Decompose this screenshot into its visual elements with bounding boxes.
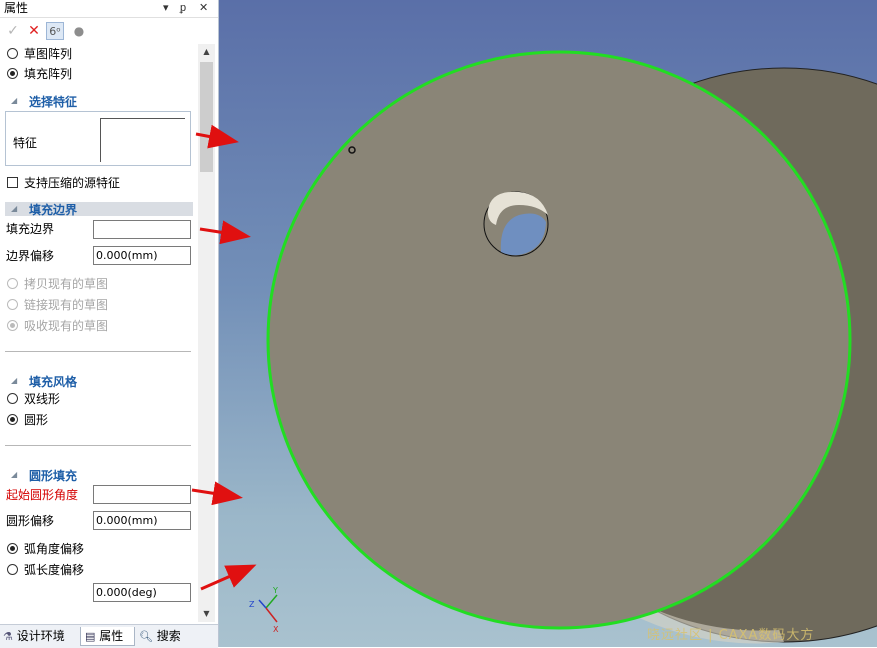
scroll-down-icon[interactable]: ▼	[198, 606, 215, 622]
radio-label: 弧角度偏移	[24, 542, 85, 556]
boundary-offset-label: 边界偏移	[6, 249, 55, 263]
tab-label: 设计环境	[16, 629, 65, 643]
boundary-offset-input[interactable]: 0.000(mm)	[93, 246, 191, 265]
start-angle-input[interactable]	[93, 485, 191, 504]
collapse-triangle-icon[interactable]: ◢	[11, 470, 17, 479]
panel-toolbar: ✓ ✕ 6ᵒ ●	[0, 19, 218, 43]
disc-top-face[interactable]	[266, 50, 852, 630]
properties-icon: ▤	[85, 630, 96, 643]
radio-circle-style[interactable]	[7, 414, 18, 425]
watermark: 晓远社区 | CAXA数码大方	[647, 628, 815, 643]
tab-label: 属性	[99, 629, 124, 643]
checkbox-label: 支持压缩的源特征	[24, 176, 121, 190]
feature-selection-box[interactable]	[100, 118, 185, 162]
circle-offset-label: 圆形偏移	[6, 514, 55, 528]
radio-copy-sketch[interactable]	[7, 278, 18, 289]
dot-icon[interactable]: ●	[70, 22, 88, 40]
radio-label: 链接现有的草图	[24, 298, 109, 312]
radio-double-line[interactable]	[7, 393, 18, 404]
panel-tabs: ⚗ 设计环境 ▤ 属性 🔍︎ 搜索	[0, 624, 218, 648]
x-icon[interactable]: ✕	[25, 22, 43, 40]
scroll-up-icon[interactable]: ▲	[198, 44, 215, 60]
divider	[5, 445, 191, 446]
radio-fill-pattern[interactable]	[7, 68, 18, 79]
radio-label: 吸收现有的草图	[24, 319, 109, 333]
boundary-label: 填充边界	[6, 222, 55, 236]
tab-properties[interactable]: ▤ 属性	[80, 627, 135, 646]
start-angle-label: 起始圆形角度	[6, 488, 79, 502]
radio-sketch-pattern[interactable]	[7, 48, 18, 59]
section-heading-select-feature[interactable]: 选择特征	[29, 93, 77, 110]
tab-design-env[interactable]: ⚗ 设计环境	[3, 627, 65, 646]
panel-content: 草图阵列 填充阵列 ◢ 选择特征 特征 支持压缩的源特征 ◢ 填充边界 填充边界…	[0, 44, 198, 622]
angle-offset-input[interactable]: 0.000(deg)	[93, 583, 191, 602]
axis-y-label: Y	[272, 586, 278, 595]
close-panel-button[interactable]: ✕	[199, 0, 208, 16]
radio-label: 弧长度偏移	[24, 563, 85, 577]
scroll-thumb[interactable]	[200, 62, 213, 172]
collapse-triangle-icon[interactable]: ◢	[11, 376, 17, 385]
feature-label: 特征	[13, 136, 38, 150]
check-icon[interactable]: ✓	[4, 22, 22, 40]
axis-x-label: X	[273, 625, 279, 634]
radio-absorb-sketch[interactable]	[7, 320, 18, 331]
vertical-scrollbar[interactable]: ▲ ▼	[198, 44, 215, 622]
3d-viewport[interactable]: Y X Z 晓远社区 | CAXA数码大方	[219, 0, 877, 647]
radio-label: 双线形	[24, 392, 61, 406]
collapse-triangle-icon[interactable]: ◢	[11, 96, 17, 105]
tab-label: 搜索	[156, 629, 181, 643]
property-panel: 属性 ▾ ᵱ ✕ ✓ ✕ 6ᵒ ● 草图阵列 填充阵列 ◢ 选择特征 特征 支持…	[0, 0, 219, 648]
collapse-triangle-icon[interactable]: ◢	[11, 204, 17, 213]
glasses-icon[interactable]: 6ᵒ	[46, 22, 64, 40]
panel-titlebar: 属性 ▾ ᵱ ✕	[0, 0, 218, 18]
section-heading-fill-boundary[interactable]: 填充边界	[29, 201, 77, 218]
search-icon: 🔍︎	[139, 630, 153, 643]
axis-triad: Y X Z	[249, 586, 279, 634]
radio-label: 填充阵列	[24, 67, 73, 81]
pin-button[interactable]: ᵱ	[180, 0, 186, 16]
panel-title: 属性	[4, 1, 29, 15]
radio-label: 草图阵列	[24, 47, 73, 61]
section-heading-circle-fill[interactable]: 圆形填充	[29, 467, 77, 484]
circle-offset-input[interactable]: 0.000(mm)	[93, 511, 191, 530]
radio-arc-angle-offset[interactable]	[7, 543, 18, 554]
radio-link-sketch[interactable]	[7, 299, 18, 310]
design-env-icon: ⚗	[3, 630, 13, 643]
boundary-input[interactable]	[93, 220, 191, 239]
radio-arc-length-offset[interactable]	[7, 564, 18, 575]
axis-z-label: Z	[249, 600, 255, 609]
support-compressed-checkbox[interactable]	[7, 177, 18, 188]
radio-label: 拷贝现有的草图	[24, 277, 109, 291]
tab-search[interactable]: 🔍︎ 搜索	[139, 627, 181, 646]
radio-label: 圆形	[24, 413, 49, 427]
panel-menu-button[interactable]: ▾	[163, 0, 169, 16]
divider	[5, 351, 191, 352]
section-heading-fill-style[interactable]: 填充风格	[29, 373, 77, 390]
